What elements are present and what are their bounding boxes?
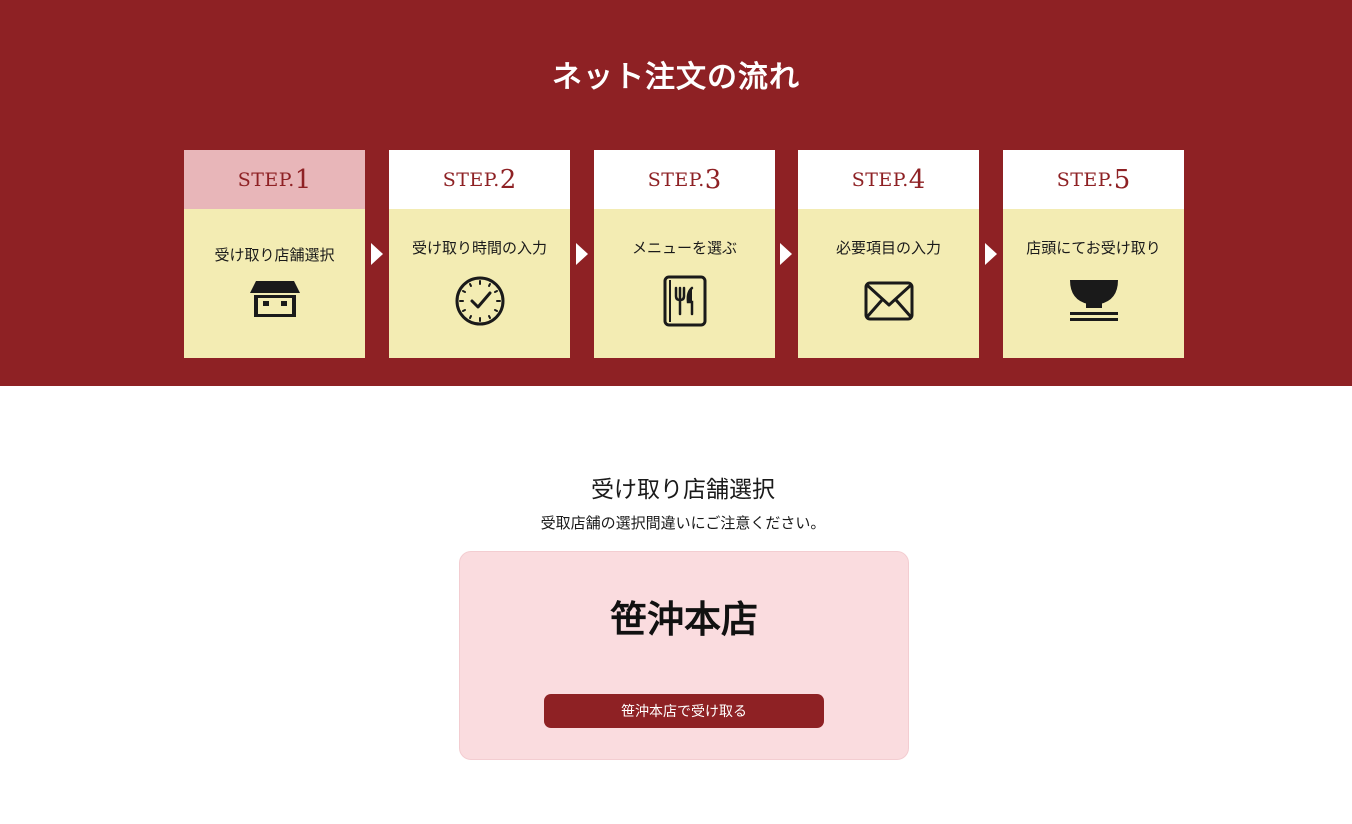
step-arrow: [371, 243, 383, 265]
step-2-label: 受け取り時間の入力: [411, 239, 547, 257]
step-number: 2: [499, 164, 517, 195]
store-select-note: 受取店舗の選択間違いにご注意ください。: [540, 514, 826, 532]
step-5-header: STEP. 5: [1003, 150, 1184, 209]
envelope-icon: [864, 281, 913, 321]
step-4-header: STEP. 4: [798, 150, 979, 209]
step-5-label: 店頭にてお受け取り: [1026, 239, 1161, 257]
flow-title: ネット注文の流れ: [552, 60, 800, 95]
step-number: 5: [1113, 164, 1131, 195]
step-2-header: STEP. 2: [389, 150, 570, 209]
step-word: STEP.: [647, 168, 705, 191]
step-3-label: メニューを選ぶ: [631, 239, 737, 257]
pickup-at-store-button[interactable]: 笹沖本店で受け取る: [544, 694, 824, 728]
store-name: 笹沖本店: [610, 597, 758, 641]
store-icon: [249, 281, 300, 317]
step-word: STEP.: [442, 168, 500, 191]
rice-bowl-icon: [1069, 280, 1118, 321]
clock-icon: [455, 276, 504, 326]
store-select-title: 受け取り店舗選択: [591, 477, 775, 503]
menu-book-icon: [663, 275, 706, 327]
order-flow-section: ネット注文の流れ STEP. 1 受け取り店舗選択 STEP. 2 受け取り時間の入…: [0, 0, 1352, 386]
step-4-label: 必要項目の入力: [835, 239, 941, 257]
step-number: 1: [294, 164, 312, 195]
step-arrow: [576, 243, 588, 265]
step-word: STEP.: [1056, 168, 1114, 191]
step-2-card[interactable]: STEP. 2 受け取り時間の入力: [389, 150, 570, 358]
step-word: STEP.: [851, 168, 909, 191]
step-4-card[interactable]: STEP. 4 必要項目の入力: [798, 150, 979, 358]
step-1-header: STEP. 1: [184, 150, 365, 209]
step-number: 4: [908, 164, 926, 195]
step-number: 3: [704, 164, 722, 195]
step-arrow: [780, 243, 792, 265]
step-word: STEP.: [237, 168, 295, 191]
step-3-card[interactable]: STEP. 3 メニューを選ぶ: [594, 150, 775, 358]
step-5-card[interactable]: STEP. 5 店頭にてお受け取り: [1003, 150, 1184, 358]
step-3-header: STEP. 3: [594, 150, 775, 209]
step-arrow: [985, 243, 997, 265]
store-card: 笹沖本店 笹沖本店で受け取る: [459, 551, 909, 760]
step-1-label: 受け取り店舗選択: [214, 246, 335, 264]
step-1-card[interactable]: STEP. 1 受け取り店舗選択: [184, 150, 365, 358]
